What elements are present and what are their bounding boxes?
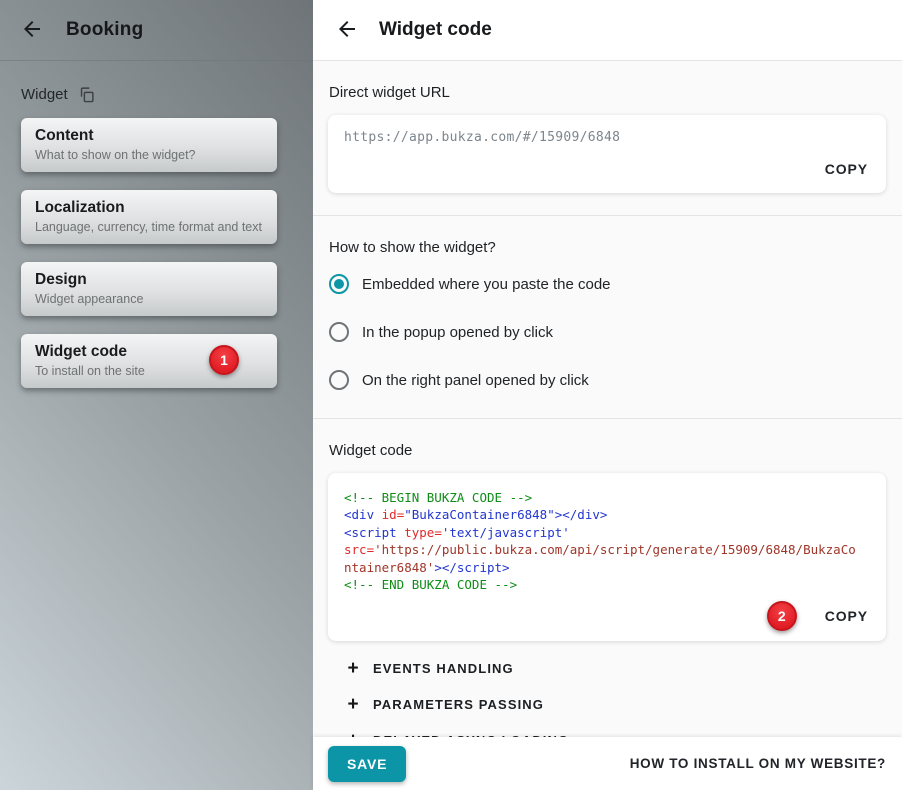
widget-code-section: Widget code <!-- BEGIN BUKZA CODE --> <d…: [313, 419, 902, 737]
radio-unselected-icon: [329, 370, 349, 390]
widget-group-label: Widget: [21, 86, 68, 103]
code-line: ntainer6848'></script>: [344, 559, 870, 576]
card-title: Design: [35, 271, 263, 289]
sidebar-item-content[interactable]: Content What to show on the widget?: [21, 118, 277, 172]
direct-url-label: Direct widget URL: [329, 84, 886, 101]
direct-url-value: https://app.bukza.com/#/15909/6848: [344, 130, 870, 145]
back-button[interactable]: [18, 15, 46, 46]
code-token: <!-- END BUKZA CODE -->: [344, 577, 517, 592]
code-token: <!-- BEGIN BUKZA CODE -->: [344, 490, 532, 505]
code-token: id=: [382, 507, 405, 522]
widget-code-label: Widget code: [329, 442, 886, 459]
card-subtitle: What to show on the widget?: [35, 148, 263, 162]
code-line: <!-- BEGIN BUKZA CODE -->: [344, 489, 870, 506]
code-token: ntainer6848': [344, 560, 434, 575]
sidebar-nav: Content What to show on the widget? Loca…: [0, 118, 313, 388]
code-line: <script type='text/javascript': [344, 524, 870, 541]
code-token: "BukzaContainer6848": [404, 507, 555, 522]
code-token: ></script>: [434, 560, 509, 575]
code-token: <script: [344, 525, 404, 540]
main-header: Widget code: [313, 0, 902, 61]
code-token: 'text/javascript': [442, 525, 570, 540]
code-token: <div: [344, 507, 382, 522]
plus-icon: +: [345, 695, 361, 714]
code-token: src=: [344, 542, 374, 557]
step-badge-2: 2: [767, 601, 797, 631]
url-card-actions: COPY: [344, 157, 870, 181]
expanders: + EVENTS HANDLING + PARAMETERS PASSING +…: [328, 656, 886, 737]
show-mode-radio-group: Embedded where you paste the code In the…: [328, 274, 886, 390]
radio-label: Embedded where you paste the code: [362, 276, 611, 293]
direct-url-card: https://app.bukza.com/#/15909/6848 COPY: [328, 115, 886, 193]
code-line: <div id="BukzaContainer6848"></div>: [344, 506, 870, 523]
step-badge-1: 1: [209, 345, 239, 375]
save-button[interactable]: SAVE: [328, 746, 406, 782]
radio-option-embedded[interactable]: Embedded where you paste the code: [329, 274, 886, 294]
copy-icon[interactable]: [78, 86, 95, 103]
code-line: <!-- END BUKZA CODE -->: [344, 576, 870, 593]
radio-label: In the popup opened by click: [362, 324, 553, 341]
main-title: Widget code: [379, 19, 492, 41]
main-panel: Widget code Direct widget URL https://ap…: [313, 0, 902, 790]
copy-url-button[interactable]: COPY: [823, 157, 870, 181]
expander-delayed-async-loading[interactable]: + DELAYED ASYNC LOADING: [345, 728, 886, 737]
widget-code-block: <!-- BEGIN BUKZA CODE --> <div id="Bukza…: [344, 489, 870, 593]
widget-code-card: <!-- BEGIN BUKZA CODE --> <div id="Bukza…: [328, 473, 886, 641]
back-button-main[interactable]: [333, 15, 361, 46]
code-token: type=: [404, 525, 442, 540]
direct-url-section: Direct widget URL https://app.bukza.com/…: [313, 61, 902, 215]
card-title: Content: [35, 127, 263, 145]
radio-option-popup[interactable]: In the popup opened by click: [329, 322, 886, 342]
expander-label: EVENTS HANDLING: [373, 661, 514, 676]
code-token: 'https://public.bukza.com/api/script/gen…: [374, 542, 856, 557]
sidebar: Booking Widget Content What to show on t…: [0, 0, 313, 790]
expander-parameters-passing[interactable]: + PARAMETERS PASSING: [345, 692, 886, 717]
radio-selected-icon: [329, 274, 349, 294]
plus-icon: +: [345, 659, 361, 678]
copy-code-button[interactable]: COPY: [823, 604, 870, 628]
code-card-actions: 2 COPY: [344, 601, 870, 631]
show-mode-section: How to show the widget? Embedded where y…: [313, 216, 902, 390]
sidebar-item-design[interactable]: Design Widget appearance: [21, 262, 277, 316]
radio-label: On the right panel opened by click: [362, 372, 589, 389]
sidebar-item-widget-code[interactable]: Widget code To install on the site 1: [21, 334, 277, 388]
sidebar-item-localization[interactable]: Localization Language, currency, time fo…: [21, 190, 277, 244]
card-subtitle: Language, currency, time format and text: [35, 220, 263, 234]
widget-group-label-row: Widget: [21, 86, 313, 103]
code-line: src='https://public.bukza.com/api/script…: [344, 541, 870, 558]
arrow-back-icon: [20, 17, 44, 44]
expander-events-handling[interactable]: + EVENTS HANDLING: [345, 656, 886, 681]
page-title: Booking: [66, 19, 143, 41]
main-body: Direct widget URL https://app.bukza.com/…: [313, 61, 902, 737]
expander-label: PARAMETERS PASSING: [373, 697, 544, 712]
footer: SAVE HOW TO INSTALL ON MY WEBSITE?: [313, 737, 902, 790]
radio-option-right-panel[interactable]: On the right panel opened by click: [329, 370, 886, 390]
how-to-install-link[interactable]: HOW TO INSTALL ON MY WEBSITE?: [630, 756, 886, 771]
card-subtitle: Widget appearance: [35, 292, 263, 306]
arrow-back-icon: [335, 17, 359, 44]
radio-unselected-icon: [329, 322, 349, 342]
card-title: Localization: [35, 199, 263, 217]
code-token: ></div>: [555, 507, 608, 522]
show-mode-label: How to show the widget?: [329, 239, 886, 256]
sidebar-header: Booking: [0, 0, 313, 61]
